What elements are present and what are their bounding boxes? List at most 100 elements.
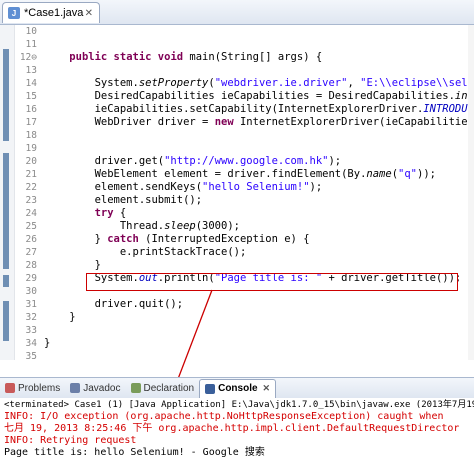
close-icon[interactable]: ✕ (85, 8, 93, 19)
code-token: public static void (69, 51, 184, 63)
code-line[interactable]: 21 WebElement element = driver.findEleme… (0, 168, 474, 181)
line-number: 31 (25, 299, 37, 310)
close-icon[interactable]: ✕ (263, 383, 271, 394)
javadoc-icon (70, 383, 81, 393)
code-token: driver.quit(); (44, 298, 184, 310)
console-tab-bar: Problems Javadoc Declaration Console ✕ (0, 377, 474, 399)
code-token: { (113, 207, 127, 219)
code-line[interactable]: 33 (0, 324, 474, 337)
code-text: } (44, 259, 101, 272)
console-line: INFO: Retrying request (4, 435, 137, 446)
code-token: (InterruptedException e) { (138, 233, 310, 245)
tab-problems[interactable]: Problems (0, 379, 65, 397)
java-file-icon: J (8, 7, 20, 19)
code-line[interactable]: 25 Thread.sleep(3000); (0, 220, 474, 233)
line-number: 13 (25, 65, 37, 76)
code-token: "hello Selenium!" (202, 181, 310, 193)
code-token: INTRODUCE (423, 103, 474, 115)
code-token: sleep (164, 220, 196, 232)
code-line[interactable]: 28 } (0, 259, 474, 272)
code-line[interactable]: 15 DesiredCapabilities ieCapabilities = … (0, 90, 474, 103)
code-token: WebElement element = driver.findElement(… (44, 168, 367, 180)
line-number: 28 (25, 260, 37, 271)
code-line[interactable]: 10 (0, 25, 474, 38)
code-token: } (44, 259, 101, 271)
line-number: 17 (25, 117, 37, 128)
code-line[interactable]: 26 } catch (InterruptedException e) { (0, 233, 474, 246)
console-line: Page title is: hello Selenium! - Google … (4, 447, 265, 458)
code-token: WebDriver driver = (44, 116, 215, 128)
code-token: "http://www.google.com.hk" (164, 155, 329, 167)
code-token: name (366, 168, 392, 180)
tab-declaration[interactable]: Declaration (126, 379, 200, 397)
line-number: 33 (25, 325, 37, 336)
code-token: } (44, 311, 76, 323)
problems-icon (5, 383, 15, 393)
code-text: driver.quit(); (44, 298, 184, 311)
line-number: 22 (25, 182, 37, 193)
code-token: try (94, 207, 114, 219)
code-line[interactable]: 14 System.setProperty("webdriver.ie.driv… (0, 77, 474, 90)
line-number: 21 (25, 169, 37, 180)
console-output[interactable]: <terminated> Case1 (1) [Java Application… (0, 398, 474, 467)
code-text: element.sendKeys("hello Selenium!"); (44, 181, 323, 194)
line-number: 26 (25, 234, 37, 245)
code-token: , (347, 77, 361, 89)
code-token: e.printStackTrace(); (44, 246, 247, 258)
code-token: } (44, 233, 108, 245)
console-line: 七月 19, 2013 8:25:46 下午 org.apache.http.i… (4, 423, 460, 434)
code-text: Thread.sleep(3000); (44, 220, 240, 233)
editor-tab-case1[interactable]: J *Case1.java ✕ (2, 2, 100, 23)
editor-tab-title: *Case1.java (24, 7, 84, 19)
code-line[interactable]: 24 try { (0, 207, 474, 220)
tab-console[interactable]: Console ✕ (199, 378, 277, 398)
code-line[interactable]: 22 element.sendKeys("hello Selenium!"); (0, 181, 474, 194)
code-token: setProperty (138, 77, 209, 89)
tab-label: Javadoc (83, 382, 121, 394)
code-line[interactable]: 27 e.printStackTrace(); (0, 246, 474, 259)
line-number: 16 (25, 104, 37, 115)
code-text: WebDriver driver = new InternetExplorerD… (44, 116, 474, 129)
code-token: DesiredCapabilities ieCapabilities = Des… (44, 90, 455, 102)
line-number: 11 (25, 39, 37, 50)
code-line[interactable]: 31 driver.quit(); (0, 298, 474, 311)
code-line[interactable]: 13 (0, 64, 474, 77)
code-text: } catch (InterruptedException e) { (44, 233, 310, 246)
line-number: 29 (25, 273, 37, 284)
code-token: (3000); (195, 220, 240, 232)
code-token: main(String[] args) { (183, 51, 323, 63)
code-token: ); (328, 155, 342, 167)
code-token: "q" (398, 168, 417, 180)
code-line[interactable]: 17 WebDriver driver = new InternetExplor… (0, 116, 474, 129)
code-line[interactable]: 18 (0, 129, 474, 142)
code-text: ieCapabilities.setCapability(InternetExp… (44, 103, 474, 116)
line-number: 30 (25, 286, 37, 297)
editor-tab-bar: J *Case1.java ✕ (0, 0, 474, 25)
code-line[interactable]: 11 (0, 38, 474, 51)
declaration-icon (130, 383, 141, 393)
code-line[interactable]: 32 } (0, 311, 474, 324)
editor-scrollbar[interactable] (468, 25, 474, 360)
code-text: try { (44, 207, 127, 220)
code-line[interactable]: 16 ieCapabilities.setCapability(Internet… (0, 103, 474, 116)
code-line[interactable]: 20 driver.get("http://www.google.com.hk"… (0, 155, 474, 168)
line-number: 18 (25, 130, 37, 141)
line-number: 19 (25, 143, 37, 154)
code-line[interactable]: 23 element.submit(); (0, 194, 474, 207)
code-line[interactable]: 12⊖ public static void main(String[] arg… (0, 51, 474, 64)
code-line[interactable]: 34} (0, 337, 474, 350)
code-text: } (44, 311, 76, 324)
code-text: WebElement element = driver.findElement(… (44, 168, 436, 181)
tab-javadoc[interactable]: Javadoc (65, 379, 125, 397)
tab-label: Declaration (143, 382, 195, 394)
code-editor[interactable]: 10 11 12⊖ public static void main(String[]… (0, 25, 474, 360)
tab-label: Problems (18, 382, 61, 394)
line-number: 34 (25, 338, 37, 349)
code-line[interactable]: 35 (0, 350, 474, 360)
code-line[interactable]: 19 (0, 142, 474, 155)
line-number: 23 (25, 195, 37, 206)
code-token: element.submit(); (44, 194, 203, 206)
line-number: 12⊖ (19, 52, 37, 63)
code-token: )); (417, 168, 436, 180)
